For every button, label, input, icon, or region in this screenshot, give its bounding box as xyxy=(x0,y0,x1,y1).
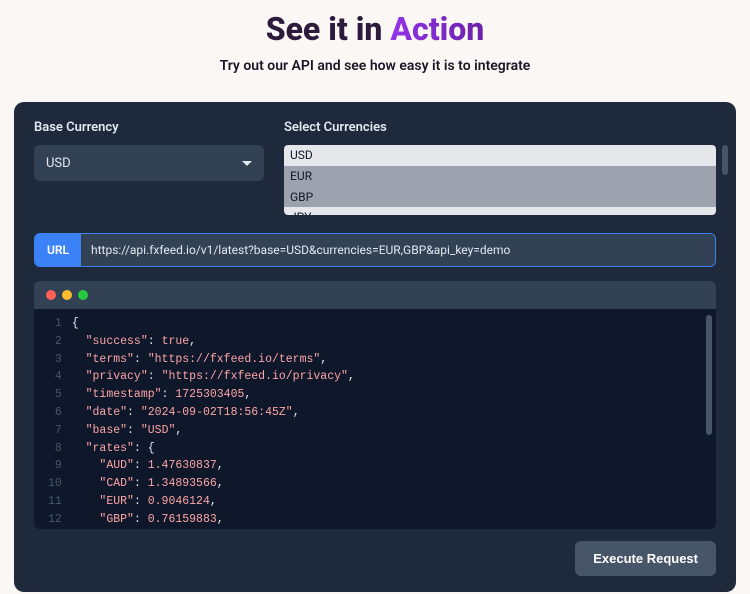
select-currencies-label: Select Currencies xyxy=(284,120,716,135)
scrollbar[interactable] xyxy=(706,315,712,435)
currencies-multiselect[interactable]: USD EUR GBP JPY xyxy=(284,145,716,215)
multiselect-option[interactable]: EUR xyxy=(284,166,716,187)
line-numbers: 123456789101112 xyxy=(34,315,72,523)
scrollbar[interactable] xyxy=(722,145,728,175)
base-currency-label: Base Currency xyxy=(34,120,264,135)
code-content[interactable]: { "success": true, "terms": "https://fxf… xyxy=(72,315,716,523)
url-bar: URL https://api.fxfeed.io/v1/latest?base… xyxy=(34,233,716,267)
multiselect-option[interactable]: JPY xyxy=(284,207,716,215)
traffic-light-maximize-icon xyxy=(78,290,88,300)
base-currency-select[interactable]: USD xyxy=(34,145,264,181)
response-panel: 123456789101112 { "success": true, "term… xyxy=(34,281,716,529)
page-subtitle: Try out our API and see how easy it is t… xyxy=(0,58,750,74)
multiselect-option[interactable]: GBP xyxy=(284,187,716,208)
demo-panel: Base Currency USD Select Currencies USD … xyxy=(14,102,736,592)
page-title: See it in Action xyxy=(0,10,750,48)
traffic-light-minimize-icon xyxy=(62,290,72,300)
url-label: URL xyxy=(35,234,81,266)
url-input[interactable]: https://api.fxfeed.io/v1/latest?base=USD… xyxy=(81,234,715,266)
traffic-light-close-icon xyxy=(46,290,56,300)
base-currency-value: USD xyxy=(46,156,71,171)
title-prefix: See it in xyxy=(266,10,391,48)
execute-request-button[interactable]: Execute Request xyxy=(575,541,716,576)
multiselect-option[interactable]: USD xyxy=(284,145,716,166)
code-window-header xyxy=(34,281,716,309)
title-accent: Action xyxy=(390,10,484,48)
chevron-down-icon xyxy=(242,161,252,166)
